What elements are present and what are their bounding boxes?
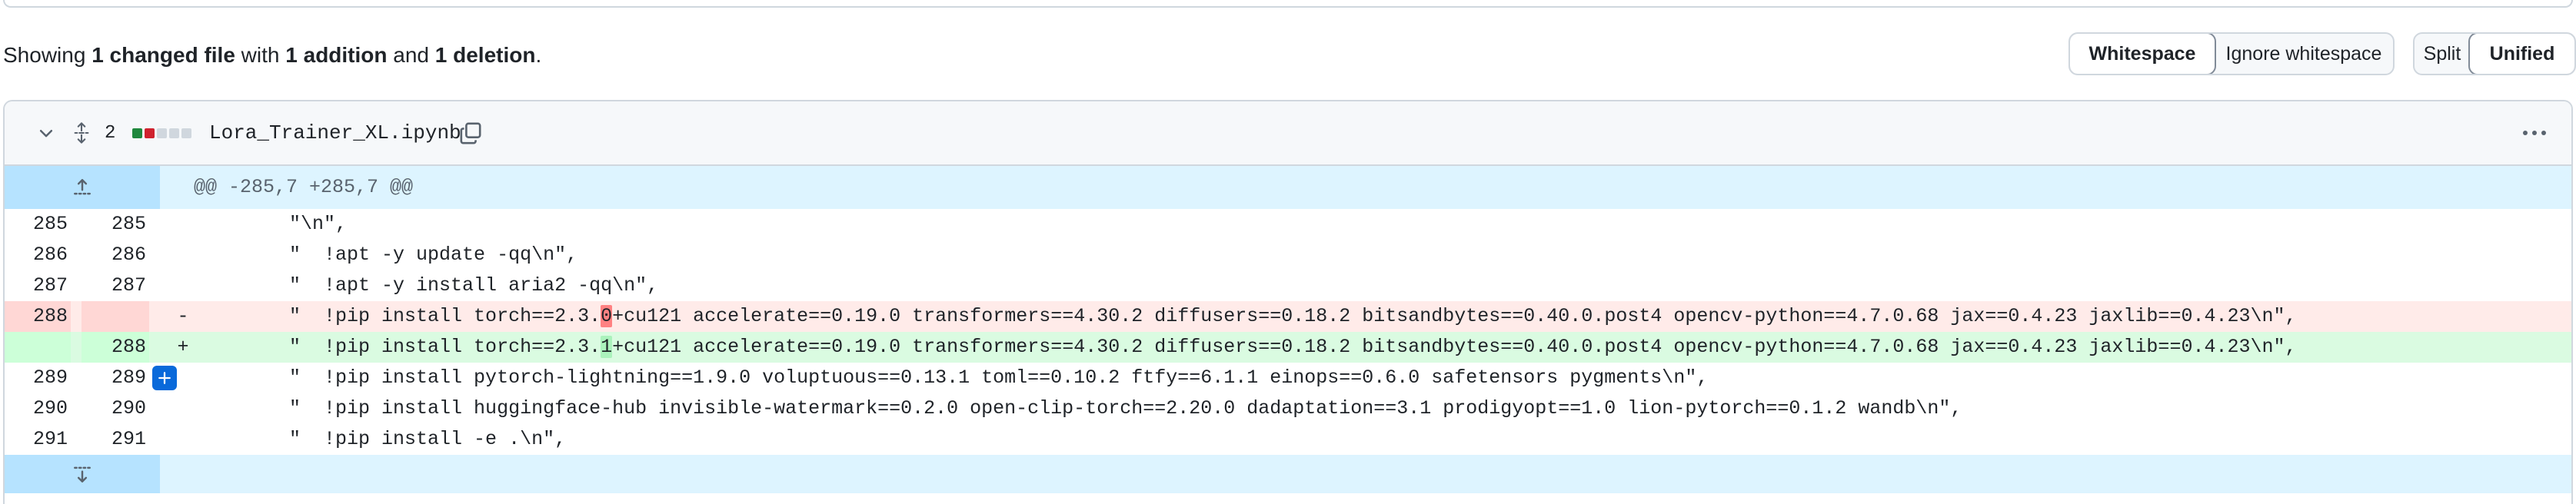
additions-count: 1 addition [285, 43, 388, 67]
diffstat-square [181, 128, 191, 138]
hunk-header-row: @@ -285,7 +285,7 @@ [5, 166, 2571, 209]
new-line-number[interactable]: 291 [82, 424, 149, 455]
old-line-number[interactable]: 285 [5, 209, 71, 240]
copy-icon [460, 122, 481, 144]
file-diff: 2 Lora_Trainer_XL.ipynb @@ -285,7 +285,7… [3, 100, 2573, 504]
new-line-number[interactable]: 288 [82, 332, 149, 363]
diff-view-toggle: Split Unified [2413, 32, 2576, 75]
file-change-count: 2 [105, 122, 116, 144]
old-line-number[interactable]: 288 [5, 301, 71, 332]
expand-down-button[interactable] [5, 455, 160, 493]
new-line-number[interactable]: 290 [82, 393, 149, 424]
old-line-number[interactable]: 287 [5, 270, 71, 301]
diff-line: 286 286 " !apt -y update -qq\n", [5, 240, 2571, 270]
new-line-number[interactable]: 286 [82, 240, 149, 270]
diffstat-square [145, 128, 155, 138]
diff-line: 285 285 "\n", [5, 209, 2571, 240]
expand-all-button[interactable] [68, 101, 95, 164]
old-line-number[interactable] [5, 332, 71, 363]
unified-view-button[interactable]: Unified [2468, 34, 2574, 74]
add-comment-button[interactable] [152, 366, 177, 390]
expand-up-icon [74, 179, 91, 195]
diff-summary-text: Showing 1 changed file with 1 addition a… [3, 43, 542, 67]
collapse-file-button[interactable] [32, 101, 60, 164]
old-line-number[interactable]: 291 [5, 424, 71, 455]
diff-line: 287 287 " !apt -y install aria2 -qq\n", [5, 270, 2571, 301]
diffstat-square [132, 128, 142, 138]
old-line-number[interactable]: 290 [5, 393, 71, 424]
whitespace-toggle: Whitespace Ignore whitespace [2068, 32, 2395, 75]
hunk-header-text: @@ -285,7 +285,7 @@ [194, 176, 414, 198]
diff-table: @@ -285,7 +285,7 @@ 285 285 "\n", 286 28… [5, 166, 2571, 493]
line-code: " !pip install -e .\n", [197, 428, 567, 450]
kebab-horizontal-icon [2523, 131, 2546, 135]
hunk-footer-row [5, 455, 2571, 493]
unfold-icon [74, 122, 89, 144]
diff-line: 291 291 " !pip install -e .\n", [5, 424, 2571, 455]
new-line-number[interactable]: 285 [82, 209, 149, 240]
expand-up-button[interactable] [5, 166, 160, 209]
new-line-number[interactable]: 287 [82, 270, 149, 301]
diff-line: 290 290 " !pip install huggingface-hub i… [5, 393, 2571, 424]
line-code: " !pip install torch==2.3.1+cu121 accele… [197, 336, 2297, 358]
whitespace-button[interactable]: Whitespace [2070, 34, 2216, 74]
old-line-number[interactable]: 289 [5, 363, 71, 393]
diffstat-bar [132, 101, 191, 164]
line-code: " !pip install huggingface-hub invisible… [197, 397, 1962, 419]
diff-line: 289 289 " !pip install pytorch-lightning… [5, 363, 2571, 393]
deleted-line: 288 - " !pip install torch==2.3.0+cu121 … [5, 301, 2571, 332]
line-code: " !apt -y update -qq\n", [197, 244, 578, 266]
added-line: 288 + " !pip install torch==2.3.1+cu121 … [5, 332, 2571, 363]
line-code: "\n", [197, 213, 348, 235]
deleted-char-highlight: 0 [601, 305, 613, 327]
added-char-highlight: 1 [601, 336, 613, 358]
file-actions-button[interactable] [2519, 101, 2550, 164]
new-line-number[interactable] [82, 301, 149, 332]
ignore-whitespace-button[interactable]: Ignore whitespace [2215, 34, 2393, 74]
expand-down-icon [74, 466, 91, 482]
plus-icon [158, 372, 171, 384]
line-code: " !pip install pytorch-lightning==1.9.0 … [197, 366, 1709, 389]
previous-panel-edge [3, 0, 2573, 8]
addition-marker: + [177, 336, 189, 358]
file-name-link[interactable]: Lora_Trainer_XL.ipynb [209, 101, 461, 164]
diff-summary-bar: Showing 1 changed file with 1 addition a… [0, 31, 2576, 80]
deletion-marker: - [177, 305, 189, 327]
chevron-down-icon [39, 130, 53, 138]
line-code: " !apt -y install aria2 -qq\n", [197, 274, 659, 297]
file-header: 2 Lora_Trainer_XL.ipynb [5, 101, 2571, 166]
new-line-number[interactable]: 289 [82, 363, 149, 393]
old-line-number[interactable]: 286 [5, 240, 71, 270]
diffstat-square [169, 128, 179, 138]
diffstat-square [157, 128, 167, 138]
split-view-button[interactable]: Split [2415, 34, 2470, 74]
line-code: " !pip install torch==2.3.0+cu121 accele… [197, 305, 2297, 327]
copy-path-button[interactable] [457, 101, 484, 164]
changed-files-count: 1 changed file [92, 43, 235, 67]
deletions-count: 1 deletion [434, 43, 536, 67]
